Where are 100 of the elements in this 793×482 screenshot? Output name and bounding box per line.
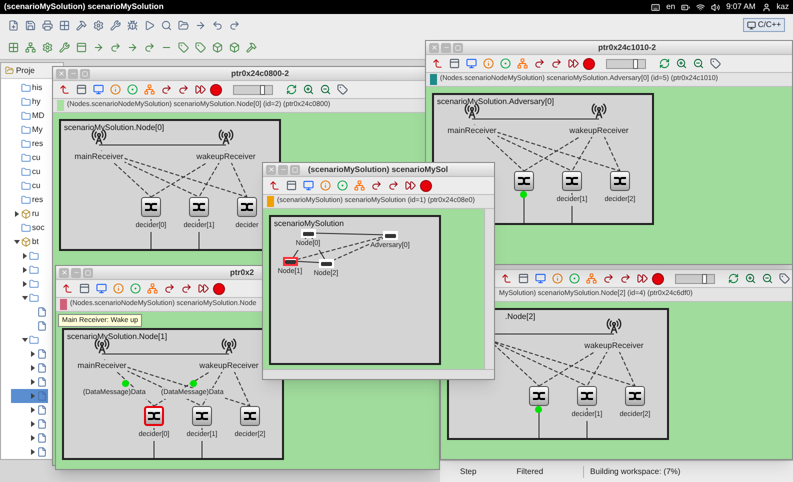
stop-icon[interactable] — [652, 272, 664, 284]
user-icon[interactable] — [762, 2, 771, 12]
wifi-icon[interactable] — [696, 2, 706, 12]
window-icon[interactable] — [447, 56, 461, 70]
speed-slider[interactable] — [675, 274, 715, 284]
fast-forward-icon[interactable] — [196, 282, 210, 296]
info-icon[interactable] — [111, 282, 125, 296]
tree-row[interactable]: My — [11, 123, 44, 137]
box-icon[interactable] — [229, 42, 240, 52]
circle-icon[interactable] — [125, 82, 139, 96]
language-indicator[interactable]: en — [666, 1, 676, 13]
fast-forward-icon[interactable] — [566, 56, 580, 70]
stop-icon[interactable] — [420, 180, 432, 192]
stop-icon[interactable] — [583, 58, 595, 70]
scrollbar[interactable] — [484, 209, 494, 369]
label-icon[interactable] — [777, 272, 791, 286]
zoom-out-icon[interactable] — [318, 82, 332, 96]
play-icon[interactable] — [144, 20, 155, 30]
forward-arrow-icon[interactable] — [229, 20, 240, 30]
right-arrow-icon[interactable] — [195, 20, 206, 30]
collapsed-arrow-icon[interactable] — [21, 252, 28, 260]
collapsed-arrow-icon[interactable] — [29, 434, 36, 442]
gear-icon[interactable] — [93, 20, 104, 30]
decider-icon[interactable] — [237, 197, 257, 217]
monitor-icon[interactable] — [94, 282, 108, 296]
right-arrow-icon[interactable] — [127, 42, 138, 52]
battery-icon[interactable] — [681, 2, 690, 12]
folder-icon[interactable] — [178, 20, 189, 30]
window-icon[interactable] — [516, 272, 530, 286]
collapsed-arrow-icon[interactable] — [29, 406, 36, 414]
decider-icon[interactable] — [610, 171, 630, 191]
zoom-in-icon[interactable] — [743, 272, 757, 286]
tree-row[interactable]: cu — [11, 165, 42, 179]
search-icon[interactable] — [161, 20, 172, 30]
column-header[interactable]: Filtered — [516, 466, 544, 478]
tree-row[interactable]: MD — [11, 109, 46, 123]
stop-icon[interactable] — [210, 84, 222, 96]
label-icon[interactable] — [708, 56, 722, 70]
label-icon[interactable] — [335, 82, 349, 96]
window-icon[interactable] — [76, 42, 87, 52]
decider-icon[interactable] — [577, 386, 597, 406]
zoom-in-icon[interactable] — [301, 82, 315, 96]
monitor-icon[interactable] — [301, 178, 315, 192]
circle-icon[interactable] — [498, 56, 512, 70]
decider-icon[interactable] — [141, 197, 161, 217]
curved-arrow-icon[interactable] — [110, 42, 121, 52]
refresh-icon[interactable] — [657, 56, 671, 70]
info-icon[interactable] — [318, 178, 332, 192]
grid-icon[interactable] — [59, 20, 70, 30]
decider-icon[interactable] — [189, 197, 209, 217]
network-icon[interactable] — [25, 42, 36, 52]
collapsed-arrow-icon[interactable] — [29, 364, 36, 372]
tree-row[interactable]: cu — [11, 179, 42, 193]
tree-row[interactable]: hy — [11, 95, 42, 109]
monitor-icon[interactable] — [464, 56, 478, 70]
curved-arrow-icon[interactable] — [144, 42, 155, 52]
info-icon[interactable] — [550, 272, 564, 286]
fast-forward-icon[interactable] — [403, 178, 417, 192]
decider-icon[interactable] — [529, 386, 549, 406]
gear-icon[interactable] — [42, 42, 53, 52]
decider-icon[interactable] — [192, 406, 212, 426]
expanded-arrow-icon[interactable] — [13, 238, 20, 246]
collapsed-arrow-icon[interactable] — [29, 350, 36, 358]
clock[interactable]: 9:07 AM — [726, 1, 756, 13]
bug-icon[interactable] — [127, 20, 138, 30]
tree-row[interactable]: ru — [11, 207, 40, 221]
slider-thumb[interactable] — [633, 58, 638, 68]
antenna-icon[interactable] — [606, 318, 622, 334]
zoom-out-icon[interactable] — [760, 272, 774, 286]
monitor-icon[interactable] — [533, 272, 547, 286]
right-arrow-icon[interactable] — [93, 42, 104, 52]
column-header[interactable]: Step — [460, 466, 476, 478]
speed-slider[interactable] — [233, 84, 273, 94]
back-arrow-icon[interactable] — [212, 20, 223, 30]
label-icon[interactable] — [178, 42, 189, 52]
grid-icon[interactable] — [8, 42, 19, 52]
expanded-arrow-icon[interactable] — [21, 336, 28, 344]
refresh-icon[interactable] — [284, 82, 298, 96]
slider-thumb[interactable] — [260, 84, 266, 94]
collapsed-arrow-icon[interactable] — [21, 280, 28, 288]
circle-icon[interactable] — [335, 178, 349, 192]
tree-row[interactable]: bt — [11, 235, 40, 249]
window-icon[interactable] — [284, 178, 298, 192]
window-icon[interactable] — [77, 282, 91, 296]
decider-icon[interactable] — [514, 171, 534, 191]
volume-icon[interactable] — [711, 2, 720, 12]
collapsed-arrow-icon[interactable] — [29, 378, 36, 386]
wrench-icon[interactable] — [59, 42, 70, 52]
printer-icon[interactable] — [42, 20, 53, 30]
perspective-button[interactable]: C/C++ — [742, 18, 785, 32]
window-icon[interactable] — [74, 82, 88, 96]
save-icon[interactable] — [25, 20, 36, 30]
refresh-icon[interactable] — [726, 272, 740, 286]
fast-forward-icon[interactable] — [635, 272, 649, 286]
circle-icon[interactable] — [128, 282, 142, 296]
router-icon[interactable] — [283, 257, 298, 266]
new-file-icon[interactable] — [8, 20, 19, 30]
slider-thumb[interactable] — [702, 274, 708, 284]
info-icon[interactable] — [481, 56, 495, 70]
box-icon[interactable] — [212, 42, 223, 52]
